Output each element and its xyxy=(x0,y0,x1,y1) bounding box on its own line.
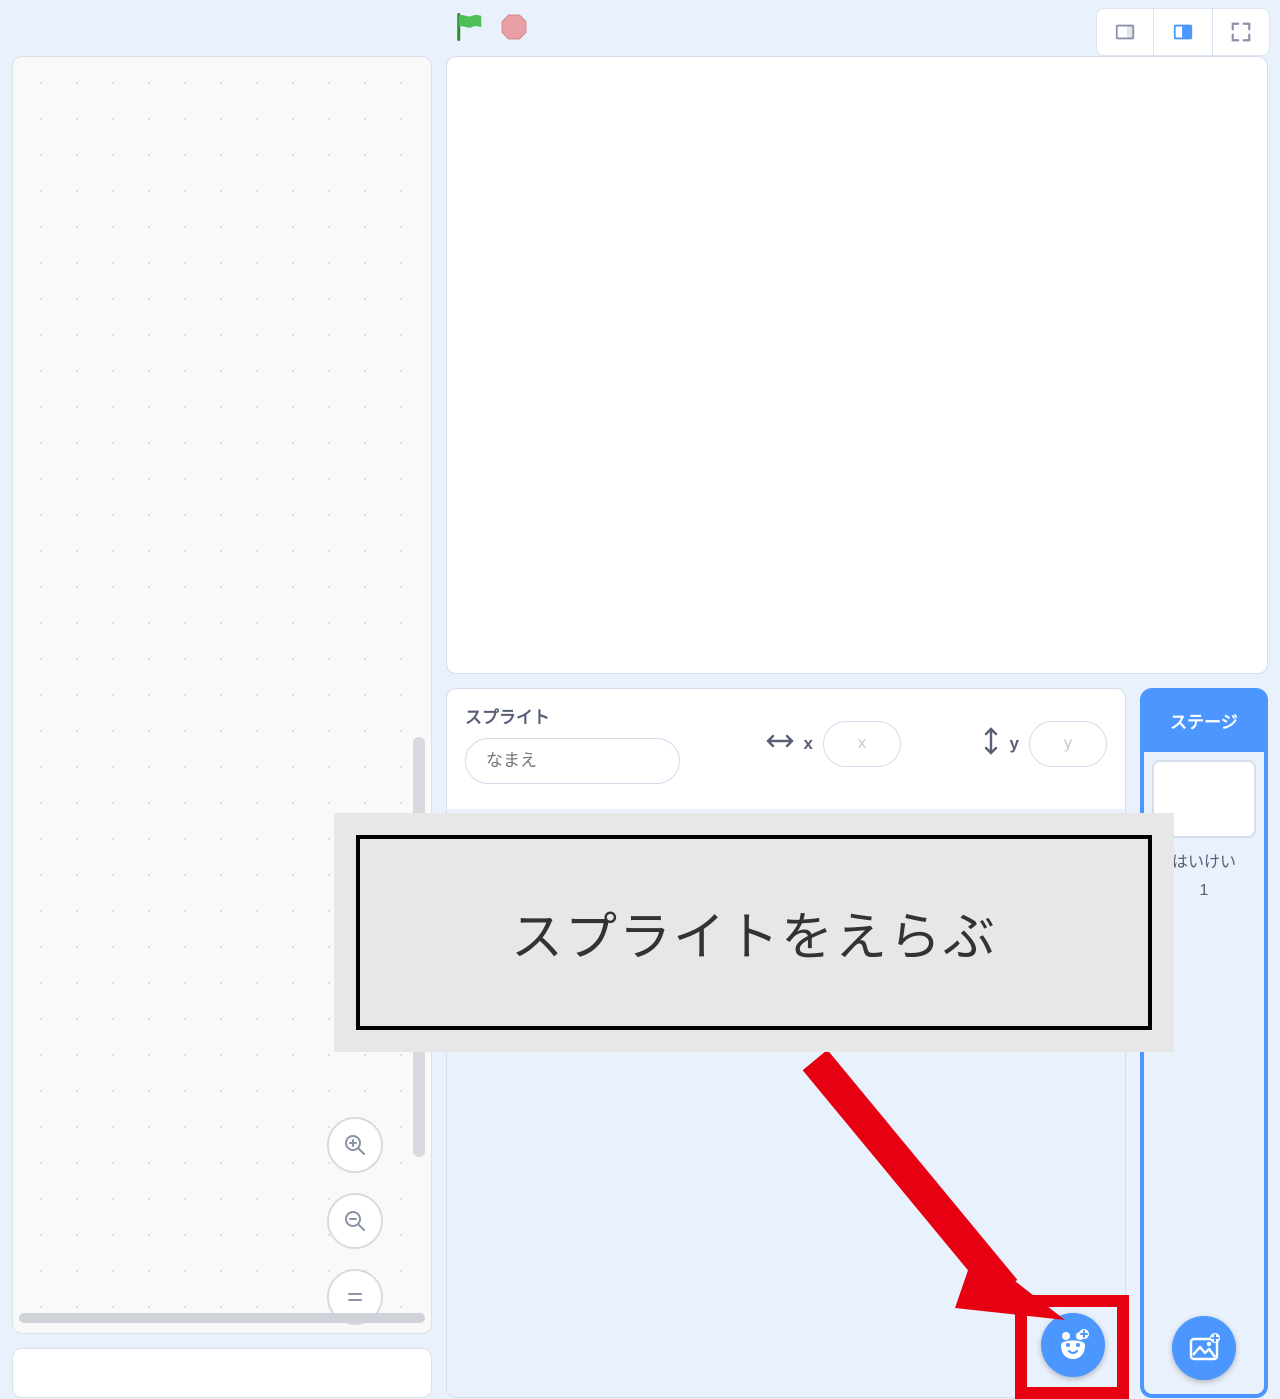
stage-small-button[interactable] xyxy=(1096,8,1154,56)
x-label: x xyxy=(804,734,813,754)
zoom-in-button[interactable] xyxy=(327,1117,383,1173)
top-toolbar xyxy=(0,0,1280,56)
y-input[interactable]: y xyxy=(1029,721,1107,767)
fullscreen-button[interactable] xyxy=(1212,8,1270,56)
x-input[interactable]: x xyxy=(823,721,901,767)
x-arrow-icon xyxy=(766,732,794,755)
stage-large-button[interactable] xyxy=(1154,8,1212,56)
sprite-section-label: スプライト xyxy=(465,703,695,728)
annotation-arrow xyxy=(795,1050,1075,1340)
stage-sidebar-header: ステージ xyxy=(1140,688,1268,752)
zoom-controls xyxy=(327,1117,383,1325)
horizontal-scrollbar[interactable] xyxy=(13,1313,431,1327)
run-controls xyxy=(455,12,527,42)
stop-button[interactable] xyxy=(501,14,527,40)
backdrop-count: 1 xyxy=(1200,882,1209,900)
sprite-name-input[interactable] xyxy=(465,738,680,784)
backdrop-label: はいけい xyxy=(1172,848,1236,872)
stage-preview[interactable] xyxy=(446,56,1268,674)
y-arrow-icon xyxy=(982,727,1000,760)
code-canvas-panel[interactable] xyxy=(12,56,432,1334)
annotation-callout: スプライトをえらぶ xyxy=(334,813,1174,1052)
backpack-panel[interactable] xyxy=(12,1348,432,1398)
y-label: y xyxy=(1010,734,1019,754)
stage-size-controls xyxy=(1096,8,1270,56)
green-flag-button[interactable] xyxy=(455,12,485,42)
annotation-callout-text: スプライトをえらぶ xyxy=(356,835,1152,1030)
add-backdrop-button[interactable] xyxy=(1172,1316,1236,1380)
zoom-out-button[interactable] xyxy=(327,1193,383,1249)
